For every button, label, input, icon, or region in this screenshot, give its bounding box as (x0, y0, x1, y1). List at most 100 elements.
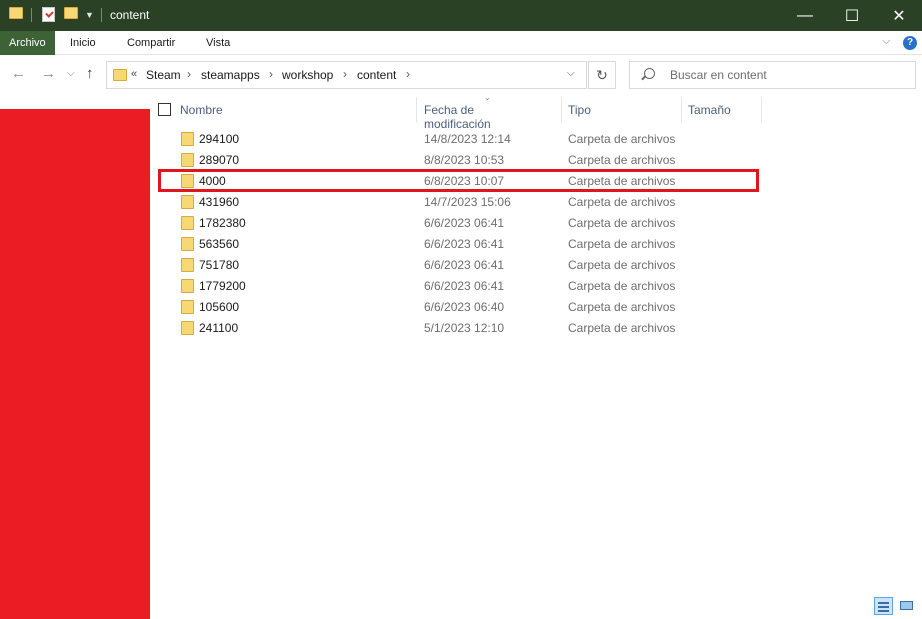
list-item[interactable]: 105600 6/6/2023 06:40 Carpeta de archivo… (150, 296, 922, 317)
back-arrow-icon[interactable]: ← (11, 65, 26, 82)
tab-compartir[interactable]: Compartir (127, 31, 175, 55)
file-date: 6/6/2023 06:41 (424, 216, 505, 230)
list-item[interactable]: 563560 6/6/2023 06:41 Carpeta de archivo… (150, 233, 922, 254)
folder-icon (181, 216, 194, 230)
forward-arrow-icon[interactable]: → (41, 65, 56, 82)
help-icon[interactable]: ? (903, 36, 917, 50)
tab-vista[interactable]: Vista (206, 31, 230, 55)
file-type: Carpeta de archivos (568, 132, 676, 146)
column-divider[interactable] (761, 97, 762, 123)
chevron-down-icon[interactable]: ⌵ (567, 68, 575, 79)
file-name[interactable]: 563560 (199, 237, 239, 251)
file-date: 6/6/2023 06:41 (424, 279, 505, 293)
list-item[interactable]: 751780 6/6/2023 06:41 Carpeta de archivo… (150, 254, 922, 275)
tab-archivo[interactable]: Archivo (0, 31, 55, 55)
select-all-checkbox[interactable] (158, 103, 171, 116)
expand-ribbon-icon[interactable]: ⌵ (882, 35, 890, 48)
chevron-right-icon[interactable]: › (343, 67, 347, 81)
file-type: Carpeta de archivos (568, 321, 676, 335)
file-name[interactable]: 241100 (199, 321, 238, 335)
folder-icon (181, 153, 194, 167)
file-date: 6/8/2023 10:07 (424, 174, 505, 188)
tab-inicio[interactable]: Inicio (70, 31, 96, 55)
large-icons-view-icon[interactable] (898, 597, 917, 615)
folder-icon (181, 132, 194, 146)
file-name[interactable]: 431960 (199, 195, 239, 209)
list-item[interactable]: 289070 8/8/2023 10:53 Carpeta de archivo… (150, 149, 922, 170)
customize-toolbar-icon[interactable]: ▼ (85, 10, 94, 20)
breadcrumb-steam[interactable]: Steam (146, 68, 181, 82)
list-item[interactable]: 4000 6/8/2023 10:07 Carpeta de archivos (150, 170, 922, 191)
file-type: Carpeta de archivos (568, 216, 676, 230)
file-name[interactable]: 1782380 (199, 216, 246, 230)
file-date: 6/6/2023 06:41 (424, 237, 505, 251)
file-date: 14/7/2023 15:06 (424, 195, 511, 209)
file-date: 6/6/2023 06:41 (424, 258, 505, 272)
list-item[interactable]: 1779200 6/6/2023 06:41 Carpeta de archiv… (150, 275, 922, 296)
file-name[interactable]: 4000 (199, 174, 226, 188)
file-name[interactable]: 294100 (199, 132, 239, 146)
up-arrow-icon[interactable]: ↑ (86, 65, 94, 82)
file-list: Nombre ⌄ Fecha de modificación Tipo Tama… (150, 93, 922, 619)
folder-icon (181, 195, 194, 209)
file-type: Carpeta de archivos (568, 258, 676, 272)
column-divider[interactable] (416, 97, 417, 123)
folder-icon (181, 279, 194, 293)
navigation-pane (0, 109, 150, 619)
details-view-icon[interactable] (874, 597, 893, 615)
folder-icon (181, 237, 194, 251)
search-input[interactable]: Buscar en content (670, 68, 767, 82)
file-date: 8/8/2023 10:53 (424, 153, 505, 167)
search-box[interactable]: Buscar en content (629, 61, 916, 89)
breadcrumb-workshop[interactable]: workshop (282, 68, 333, 82)
search-icon (644, 68, 655, 79)
file-date: 14/8/2023 12:14 (424, 132, 511, 146)
column-header-tipo[interactable]: Tipo (568, 103, 591, 117)
file-type: Carpeta de archivos (568, 237, 676, 251)
column-header-tamano[interactable]: Tamaño (688, 103, 731, 117)
toolbar-separator (31, 8, 32, 22)
folder-icon (113, 69, 127, 81)
breadcrumb-steamapps[interactable]: steamapps (201, 68, 260, 82)
maximize-button[interactable]: ☐ (829, 0, 875, 31)
title-bar: ▼ content — ☐ ✕ (0, 0, 922, 31)
recent-locations-icon[interactable]: ⌵ (67, 68, 75, 79)
folder-icon (181, 321, 194, 335)
ribbon-tabs: Archivo Inicio Compartir Vista ⌵ ? (0, 31, 922, 55)
folder-icon[interactable] (9, 7, 23, 19)
column-divider[interactable] (681, 97, 682, 123)
file-name[interactable]: 289070 (199, 153, 239, 167)
column-divider[interactable] (561, 97, 562, 123)
breadcrumb-overflow-icon[interactable]: « (131, 68, 137, 80)
file-type: Carpeta de archivos (568, 300, 676, 314)
file-name[interactable]: 1779200 (199, 279, 246, 293)
file-type: Carpeta de archivos (568, 153, 676, 167)
chevron-right-icon[interactable]: › (187, 67, 191, 81)
breadcrumb-content[interactable]: content (357, 68, 396, 82)
list-item[interactable]: 294100 14/8/2023 12:14 Carpeta de archiv… (150, 128, 922, 149)
list-item[interactable]: 241100 5/1/2023 12:10 Carpeta de archivo… (150, 317, 922, 338)
column-header-nombre[interactable]: Nombre (180, 103, 223, 117)
properties-icon[interactable] (42, 7, 55, 22)
file-date: 5/1/2023 12:10 (424, 321, 505, 335)
new-folder-icon[interactable] (64, 7, 78, 19)
navigation-bar: ← → ⌵ ↑ « Steam › steamapps › workshop ›… (0, 55, 922, 95)
file-date: 6/6/2023 06:40 (424, 300, 505, 314)
address-bar[interactable]: « Steam › steamapps › workshop › content… (106, 61, 587, 89)
chevron-right-icon[interactable]: › (269, 67, 273, 81)
file-type: Carpeta de archivos (568, 174, 676, 188)
file-type: Carpeta de archivos (568, 279, 676, 293)
minimize-button[interactable]: — (782, 0, 828, 31)
file-name[interactable]: 105600 (199, 300, 239, 314)
refresh-button[interactable]: ↻ (588, 61, 616, 89)
file-name[interactable]: 751780 (199, 258, 239, 272)
list-item[interactable]: 1782380 6/6/2023 06:41 Carpeta de archiv… (150, 212, 922, 233)
chevron-right-icon[interactable]: › (406, 67, 410, 81)
close-button[interactable]: ✕ (876, 0, 922, 31)
toolbar-separator (101, 8, 102, 22)
sort-indicator-icon: ⌄ (484, 93, 491, 102)
list-item[interactable]: 431960 14/7/2023 15:06 Carpeta de archiv… (150, 191, 922, 212)
file-type: Carpeta de archivos (568, 195, 676, 209)
column-header-fecha[interactable]: Fecha de modificación (424, 103, 491, 131)
folder-icon (181, 300, 194, 314)
